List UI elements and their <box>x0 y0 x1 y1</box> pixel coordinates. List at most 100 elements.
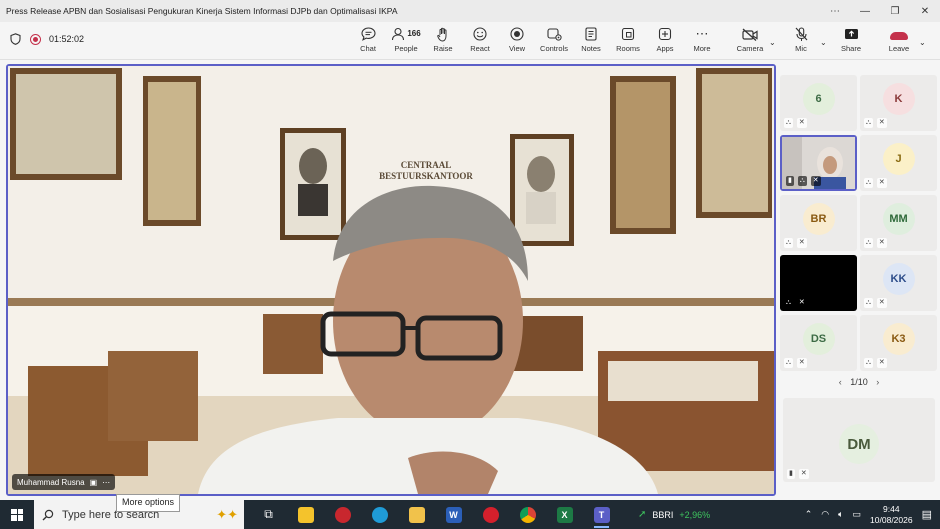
mic-button[interactable]: Mic <box>784 26 818 56</box>
page-indicator: 1/10 <box>850 377 868 387</box>
stock-trend-icon: ➚ <box>638 509 647 520</box>
pin-icon: ⛬ <box>864 118 873 128</box>
scene-sign-line2: BESTUURSKANTOOR <box>379 171 473 181</box>
taskbar-app-sticky-notes[interactable] <box>287 500 324 529</box>
share-icon <box>844 26 859 42</box>
mic-off-icon: ✕ <box>798 469 809 479</box>
main-speaker-video[interactable]: CENTRAAL BESTUURSKANTOOR Muhammad Rusna … <box>6 64 776 496</box>
speaker-video-frame: CENTRAAL BESTUURSKANTOOR <box>8 66 774 494</box>
participant-tile[interactable]: ⛬ ✕ <box>780 255 857 311</box>
pin-icon: ⛬ <box>784 118 793 128</box>
people-icon <box>392 27 405 41</box>
mic-options-chevron-icon[interactable]: ⌄ <box>820 38 827 47</box>
more-button[interactable]: ⋯ More <box>685 26 719 56</box>
task-view-button[interactable]: ⧉ <box>250 500 287 529</box>
participant-tile[interactable]: KK ⛬ ✕ <box>860 255 937 311</box>
leave-label: Leave <box>888 44 910 53</box>
share-label: Share <box>840 44 861 53</box>
notifications-icon[interactable]: ▤ <box>922 508 932 521</box>
stock-ticker-widget[interactable]: ➚ BBRI +2,96% <box>638 509 710 520</box>
close-window-button[interactable]: ✕ <box>910 0 940 22</box>
meeting-toolbar: 01:52:02 Chat 166 People Raise React Vie… <box>0 22 940 60</box>
notes-icon <box>585 26 597 42</box>
minimize-button[interactable]: — <box>850 0 880 22</box>
leave-options-chevron-icon[interactable]: ⌄ <box>919 38 926 47</box>
camera-off-icon <box>742 26 758 42</box>
participant-tile[interactable]: BR ⛬ ✕ <box>780 195 857 251</box>
chat-button[interactable]: Chat <box>351 26 385 56</box>
task-view-icon: ⧉ <box>264 507 273 521</box>
system-tray: ⌃ ◠ 🔈︎ ▭ 9:44 10/08/2026 ▤ <box>805 504 940 526</box>
mic-off-icon <box>795 26 808 42</box>
taskbar-app-teams[interactable]: T <box>583 500 620 529</box>
more-window-options-button[interactable]: ⋯ <box>820 0 850 22</box>
maximize-button[interactable]: ❐ <box>880 0 910 22</box>
taskbar-app-media[interactable] <box>324 500 361 529</box>
start-button[interactable] <box>0 500 34 529</box>
screen-share-icon: ▣ <box>89 477 98 487</box>
leave-button[interactable]: Leave <box>882 26 916 56</box>
shield-icon[interactable] <box>8 32 22 46</box>
windows-logo-icon <box>11 508 23 521</box>
notes-button[interactable]: Notes <box>574 26 608 56</box>
pin-icon: ⛬ <box>784 298 793 308</box>
avatar: BR <box>802 203 835 235</box>
mic-off-icon: ✕ <box>876 238 887 248</box>
taskbar-app-edge[interactable] <box>361 500 398 529</box>
participant-tile[interactable]: 6 ⛬ ✕ <box>780 75 857 131</box>
pin-icon: ⛬ <box>797 176 807 186</box>
avatar: 6 <box>802 83 835 115</box>
chevron-up-icon[interactable]: ⌃ <box>805 509 813 520</box>
participant-video-tile[interactable]: ▮ ⛬ ✕ <box>780 135 857 191</box>
people-label: People <box>394 44 418 53</box>
rooms-icon <box>621 26 635 42</box>
mic-off-icon: ✕ <box>876 358 887 368</box>
apps-button[interactable]: Apps <box>648 26 682 56</box>
view-icon <box>510 26 524 42</box>
opera-icon <box>482 506 499 523</box>
taskbar-app-word[interactable]: W <box>435 500 472 529</box>
mic-off-icon: ✕ <box>796 358 807 368</box>
controls-button[interactable]: Controls <box>537 26 571 56</box>
share-button[interactable]: Share <box>834 26 868 56</box>
participant-tile[interactable]: J ⛬ ✕ <box>860 135 937 191</box>
participant-tile[interactable]: MM ⛬ ✕ <box>860 195 937 251</box>
volume-icon[interactable]: 🔈︎ <box>838 509 843 520</box>
camera-button[interactable]: Camera <box>733 26 767 56</box>
battery-icon[interactable]: ▭ <box>853 509 862 520</box>
pin-icon: ⛬ <box>864 298 873 308</box>
wifi-icon[interactable]: ◠ <box>821 509 829 520</box>
clock-date: 10/08/2026 <box>870 514 913 525</box>
react-button[interactable]: React <box>463 26 497 56</box>
excel-icon: X <box>556 506 573 523</box>
self-preview-tile[interactable]: DM ▮ ✕ <box>783 398 935 482</box>
ticker-change: +2,96% <box>679 509 711 520</box>
window-title: Press Release APBN dan Sosialisasi Pengu… <box>6 6 398 16</box>
taskbar-app-opera[interactable] <box>472 500 509 529</box>
chrome-icon <box>519 506 536 523</box>
signal-icon: ▮ <box>786 176 794 186</box>
view-button[interactable]: View <box>500 26 534 56</box>
pin-icon: ⛬ <box>864 178 873 188</box>
participant-pager: ‹ 1/10 › <box>780 377 938 387</box>
rooms-button[interactable]: Rooms <box>611 26 645 56</box>
mic-off-icon: ✕ <box>796 238 807 248</box>
taskbar-clock[interactable]: 9:44 10/08/2026 <box>870 504 913 526</box>
clock-time: 9:44 <box>883 503 900 514</box>
participant-tile[interactable]: DS ⛬ ✕ <box>780 315 857 371</box>
chat-icon <box>360 26 376 42</box>
more-icon: ⋯ <box>695 26 709 41</box>
taskbar-app-chrome[interactable] <box>509 500 546 529</box>
camera-options-chevron-icon[interactable]: ⌄ <box>769 38 776 47</box>
apps-label: Apps <box>656 44 674 53</box>
taskbar-app-file-explorer[interactable] <box>398 500 435 529</box>
signal-icon: ▮ <box>787 469 795 479</box>
participant-tile[interactable]: K3 ⛬ ✕ <box>860 315 937 371</box>
prev-page-chevron-icon[interactable]: ‹ <box>839 377 842 387</box>
next-page-chevron-icon[interactable]: › <box>876 377 879 387</box>
raise-hand-button[interactable]: Raise <box>426 26 460 56</box>
participant-tile[interactable]: K ⛬ ✕ <box>860 75 937 131</box>
more-options-icon[interactable]: ⋯ <box>102 478 110 487</box>
people-button[interactable]: 166 People <box>386 26 426 56</box>
taskbar-app-excel[interactable]: X <box>546 500 583 529</box>
